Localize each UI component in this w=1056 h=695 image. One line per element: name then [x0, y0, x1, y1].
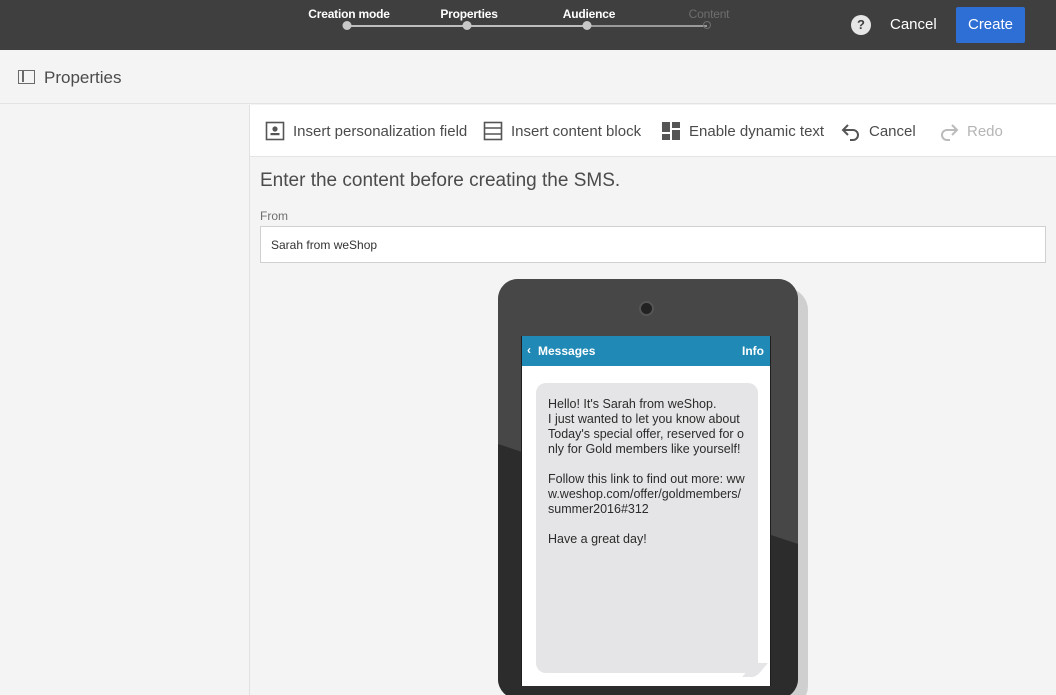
- wizard-stepper: Creation mode Properties Audience Conten…: [308, 0, 730, 50]
- wizard-bar: Creation mode Properties Audience Conten…: [0, 0, 1056, 50]
- dynamic-text-icon: [661, 121, 681, 141]
- insert-content-block-label: Insert content block: [511, 122, 642, 140]
- sms-message-bubble: Hello! It's Sarah from weShop. I just wa…: [536, 383, 758, 673]
- undo-cancel-button[interactable]: Cancel: [841, 105, 916, 157]
- editor-toolbar: Insert personalization field Insert cont…: [250, 105, 1056, 157]
- content-block-icon: [483, 121, 503, 141]
- step-dot-creation-mode[interactable]: [342, 21, 352, 30]
- camera-icon: [639, 301, 654, 316]
- info-link: Info: [742, 344, 764, 358]
- step-content: Content: [688, 7, 730, 21]
- redo-button[interactable]: Redo: [939, 105, 1003, 157]
- step-creation-mode[interactable]: Creation mode: [308, 7, 390, 21]
- help-icon[interactable]: ?: [851, 15, 871, 35]
- insert-personalization-button[interactable]: Insert personalization field: [265, 105, 467, 157]
- chevron-left-icon: ‹: [527, 343, 531, 357]
- insert-content-block-button[interactable]: Insert content block: [483, 105, 641, 157]
- properties-bar: Properties: [0, 50, 1056, 104]
- instruction-text: Enter the content before creating the SM…: [260, 170, 621, 191]
- wizard-cancel-button[interactable]: Cancel: [890, 16, 937, 33]
- create-button[interactable]: Create: [956, 7, 1025, 43]
- messages-back-link: Messages: [538, 344, 596, 358]
- step-dot-audience[interactable]: [582, 21, 592, 30]
- properties-title[interactable]: Properties: [44, 68, 121, 88]
- redo-label: Redo: [967, 122, 1003, 140]
- step-dot-content: [703, 21, 711, 29]
- enable-dynamic-text-button[interactable]: Enable dynamic text: [661, 105, 824, 157]
- undo-cancel-label: Cancel: [869, 122, 916, 140]
- step-dot-properties[interactable]: [462, 21, 472, 30]
- from-input[interactable]: [260, 226, 1046, 263]
- from-label: From: [260, 209, 288, 223]
- undo-icon: [841, 121, 861, 141]
- step-audience[interactable]: Audience: [563, 7, 616, 21]
- enable-dynamic-text-label: Enable dynamic text: [689, 122, 825, 140]
- insert-personalization-label: Insert personalization field: [293, 122, 468, 140]
- phone-screen: ‹ Messages Info Hello! It's Sarah from w…: [521, 336, 771, 686]
- personalization-field-icon: [265, 121, 285, 141]
- redo-icon: [939, 121, 959, 141]
- messages-header: ‹ Messages Info: [522, 336, 770, 366]
- panel-toggle-icon[interactable]: [18, 70, 35, 84]
- stepper-line-remaining: [587, 25, 707, 27]
- left-panel: [0, 105, 250, 695]
- step-properties[interactable]: Properties: [440, 7, 498, 21]
